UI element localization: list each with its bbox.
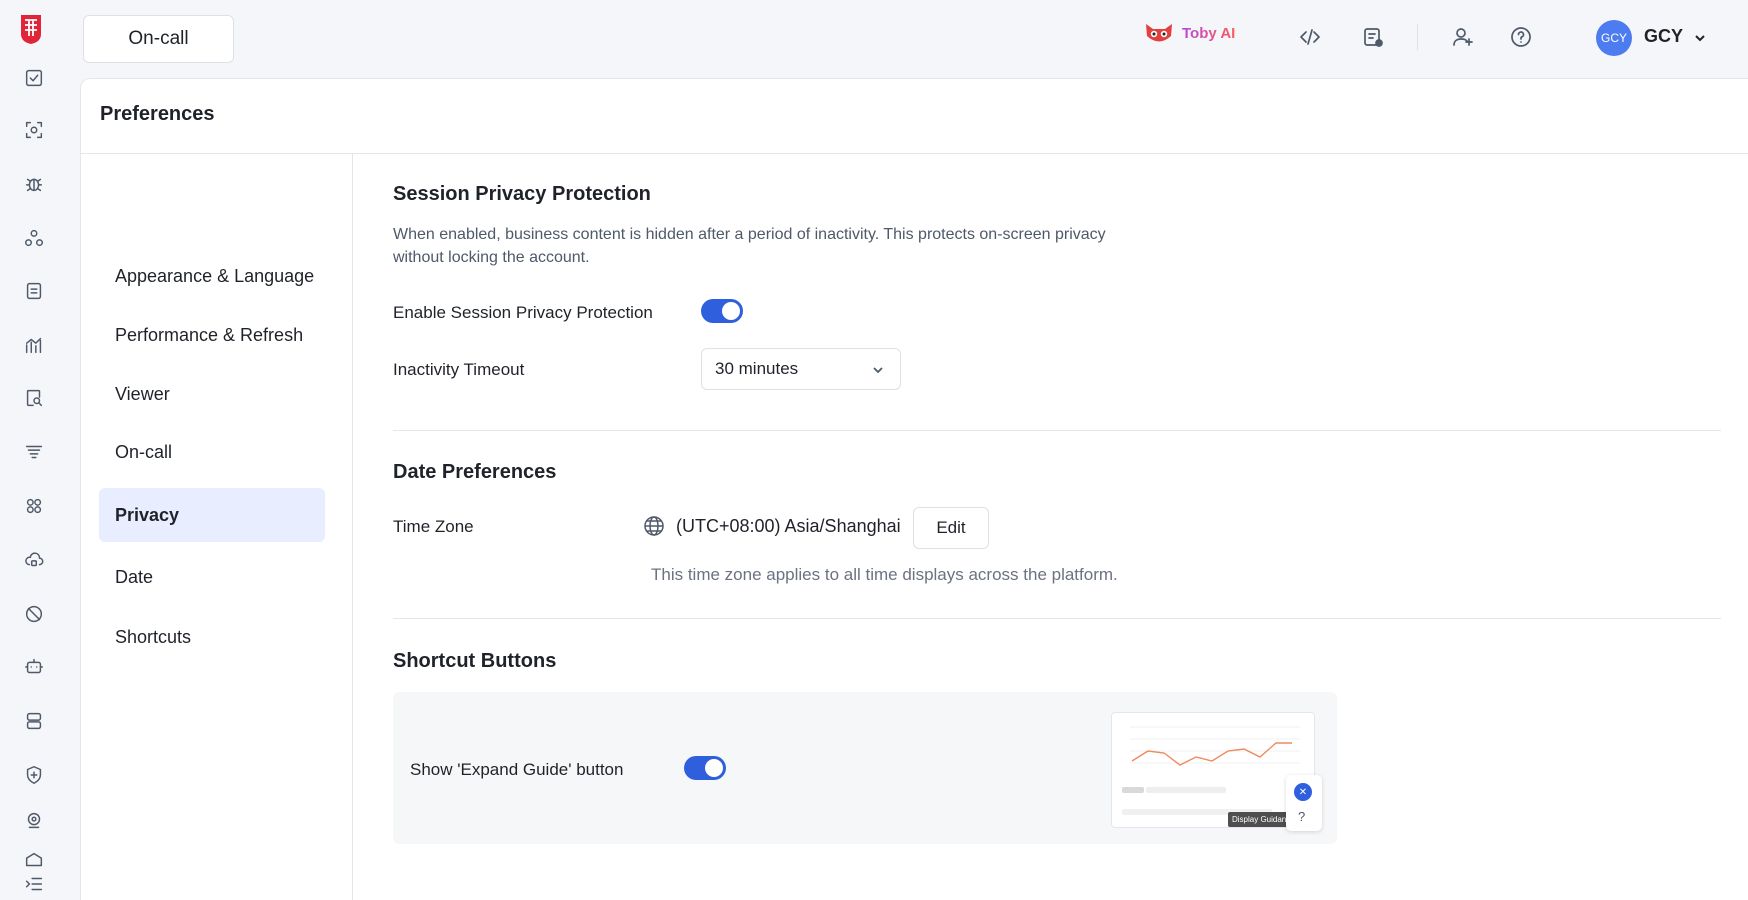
- expand-guide-toggle[interactable]: [684, 756, 726, 780]
- server-icon[interactable]: [22, 709, 46, 733]
- toby-ai-button[interactable]: Toby AI: [1144, 18, 1235, 48]
- preview-chart: [1130, 726, 1300, 766]
- expand-guide-label: Show 'Expand Guide' button: [410, 760, 624, 779]
- nav-item-on-call[interactable]: On-call: [99, 425, 325, 479]
- toolbar-divider: [1417, 24, 1418, 50]
- time-zone-value: (UTC+08:00) Asia/Shanghai: [676, 516, 901, 536]
- add-user-icon[interactable]: [1450, 24, 1476, 50]
- shortcut-card: Show 'Expand Guide' button Display Guida…: [393, 692, 1337, 844]
- section-divider: [393, 430, 1721, 431]
- analytics-icon[interactable]: [22, 333, 46, 357]
- cloud-lock-icon[interactable]: [22, 548, 46, 572]
- nav-item-appearance-language[interactable]: Appearance & Language: [99, 249, 325, 303]
- time-zone-note: This time zone applies to all time displ…: [651, 565, 1118, 584]
- report-icon[interactable]: [1360, 24, 1386, 50]
- nav-item-date[interactable]: Date: [99, 550, 325, 604]
- help-icon[interactable]: [1508, 24, 1534, 50]
- top-bar: On-call Toby AI GCY GCY: [68, 0, 1748, 78]
- chevron-down-icon: [870, 362, 886, 378]
- help-icon: ?: [1298, 809, 1306, 824]
- document-icon[interactable]: [22, 279, 46, 303]
- search-doc-icon[interactable]: [22, 386, 46, 410]
- avatar[interactable]: GCY: [1596, 20, 1632, 56]
- enable-privacy-label: Enable Session Privacy Protection: [393, 303, 653, 322]
- chevron-down-icon[interactable]: [1692, 30, 1708, 46]
- close-icon: ✕: [1294, 783, 1312, 801]
- toby-mask-icon: [1146, 24, 1172, 42]
- camera-icon[interactable]: [22, 808, 46, 832]
- privacy-description: When enabled, business content is hidden…: [393, 226, 1106, 266]
- time-zone-label: Time Zone: [393, 517, 474, 536]
- icon-rail: [0, 0, 68, 900]
- disabled-gauge-icon[interactable]: [22, 602, 46, 626]
- code-icon[interactable]: [1297, 24, 1323, 50]
- robot-icon[interactable]: [22, 655, 46, 679]
- edit-time-zone-button[interactable]: Edit: [913, 507, 989, 549]
- scan-icon[interactable]: [22, 118, 46, 142]
- apps-icon[interactable]: [22, 494, 46, 518]
- nodes-icon[interactable]: [22, 226, 46, 250]
- section-title-shortcuts: Shortcut Buttons: [393, 650, 557, 672]
- section-title-date: Date Preferences: [393, 461, 557, 483]
- nav-item-performance-refresh[interactable]: Performance & Refresh: [99, 308, 325, 362]
- inactivity-timeout-select[interactable]: 30 minutes: [701, 348, 901, 390]
- user-name[interactable]: GCY: [1644, 26, 1683, 47]
- checkbox-icon[interactable]: [22, 66, 46, 90]
- guide-preview-image: [1111, 712, 1315, 828]
- preferences-content: Session Privacy Protection When enabled,…: [393, 75, 1748, 900]
- toby-ai-label: Toby AI: [1182, 24, 1236, 42]
- preferences-nav: Appearance & Language Performance & Refr…: [81, 154, 353, 900]
- nav-item-viewer[interactable]: Viewer: [99, 367, 325, 421]
- page-title: Preferences: [100, 103, 215, 125]
- filter-list-icon[interactable]: [22, 440, 46, 464]
- logo-icon[interactable]: [18, 12, 44, 46]
- preview-bar: [1122, 787, 1144, 793]
- nav-item-privacy[interactable]: Privacy: [99, 488, 325, 542]
- section-title-privacy: Session Privacy Protection: [393, 183, 651, 205]
- preview-bar: [1146, 787, 1226, 793]
- shield-icon[interactable]: [22, 763, 46, 787]
- nav-item-shortcuts[interactable]: Shortcuts: [99, 610, 325, 664]
- globe-icon: [643, 515, 665, 537]
- inactivity-timeout-value: 30 minutes: [715, 359, 799, 378]
- enable-privacy-toggle[interactable]: [701, 299, 743, 323]
- bug-icon[interactable]: [22, 172, 46, 196]
- menu-collapse-icon[interactable]: [22, 872, 46, 896]
- section-divider: [393, 618, 1721, 619]
- guide-dock: ✕ ?: [1286, 775, 1322, 831]
- tab-on-call[interactable]: On-call: [83, 15, 234, 63]
- inactivity-timeout-label: Inactivity Timeout: [393, 360, 525, 379]
- cube-icon[interactable]: [22, 848, 46, 872]
